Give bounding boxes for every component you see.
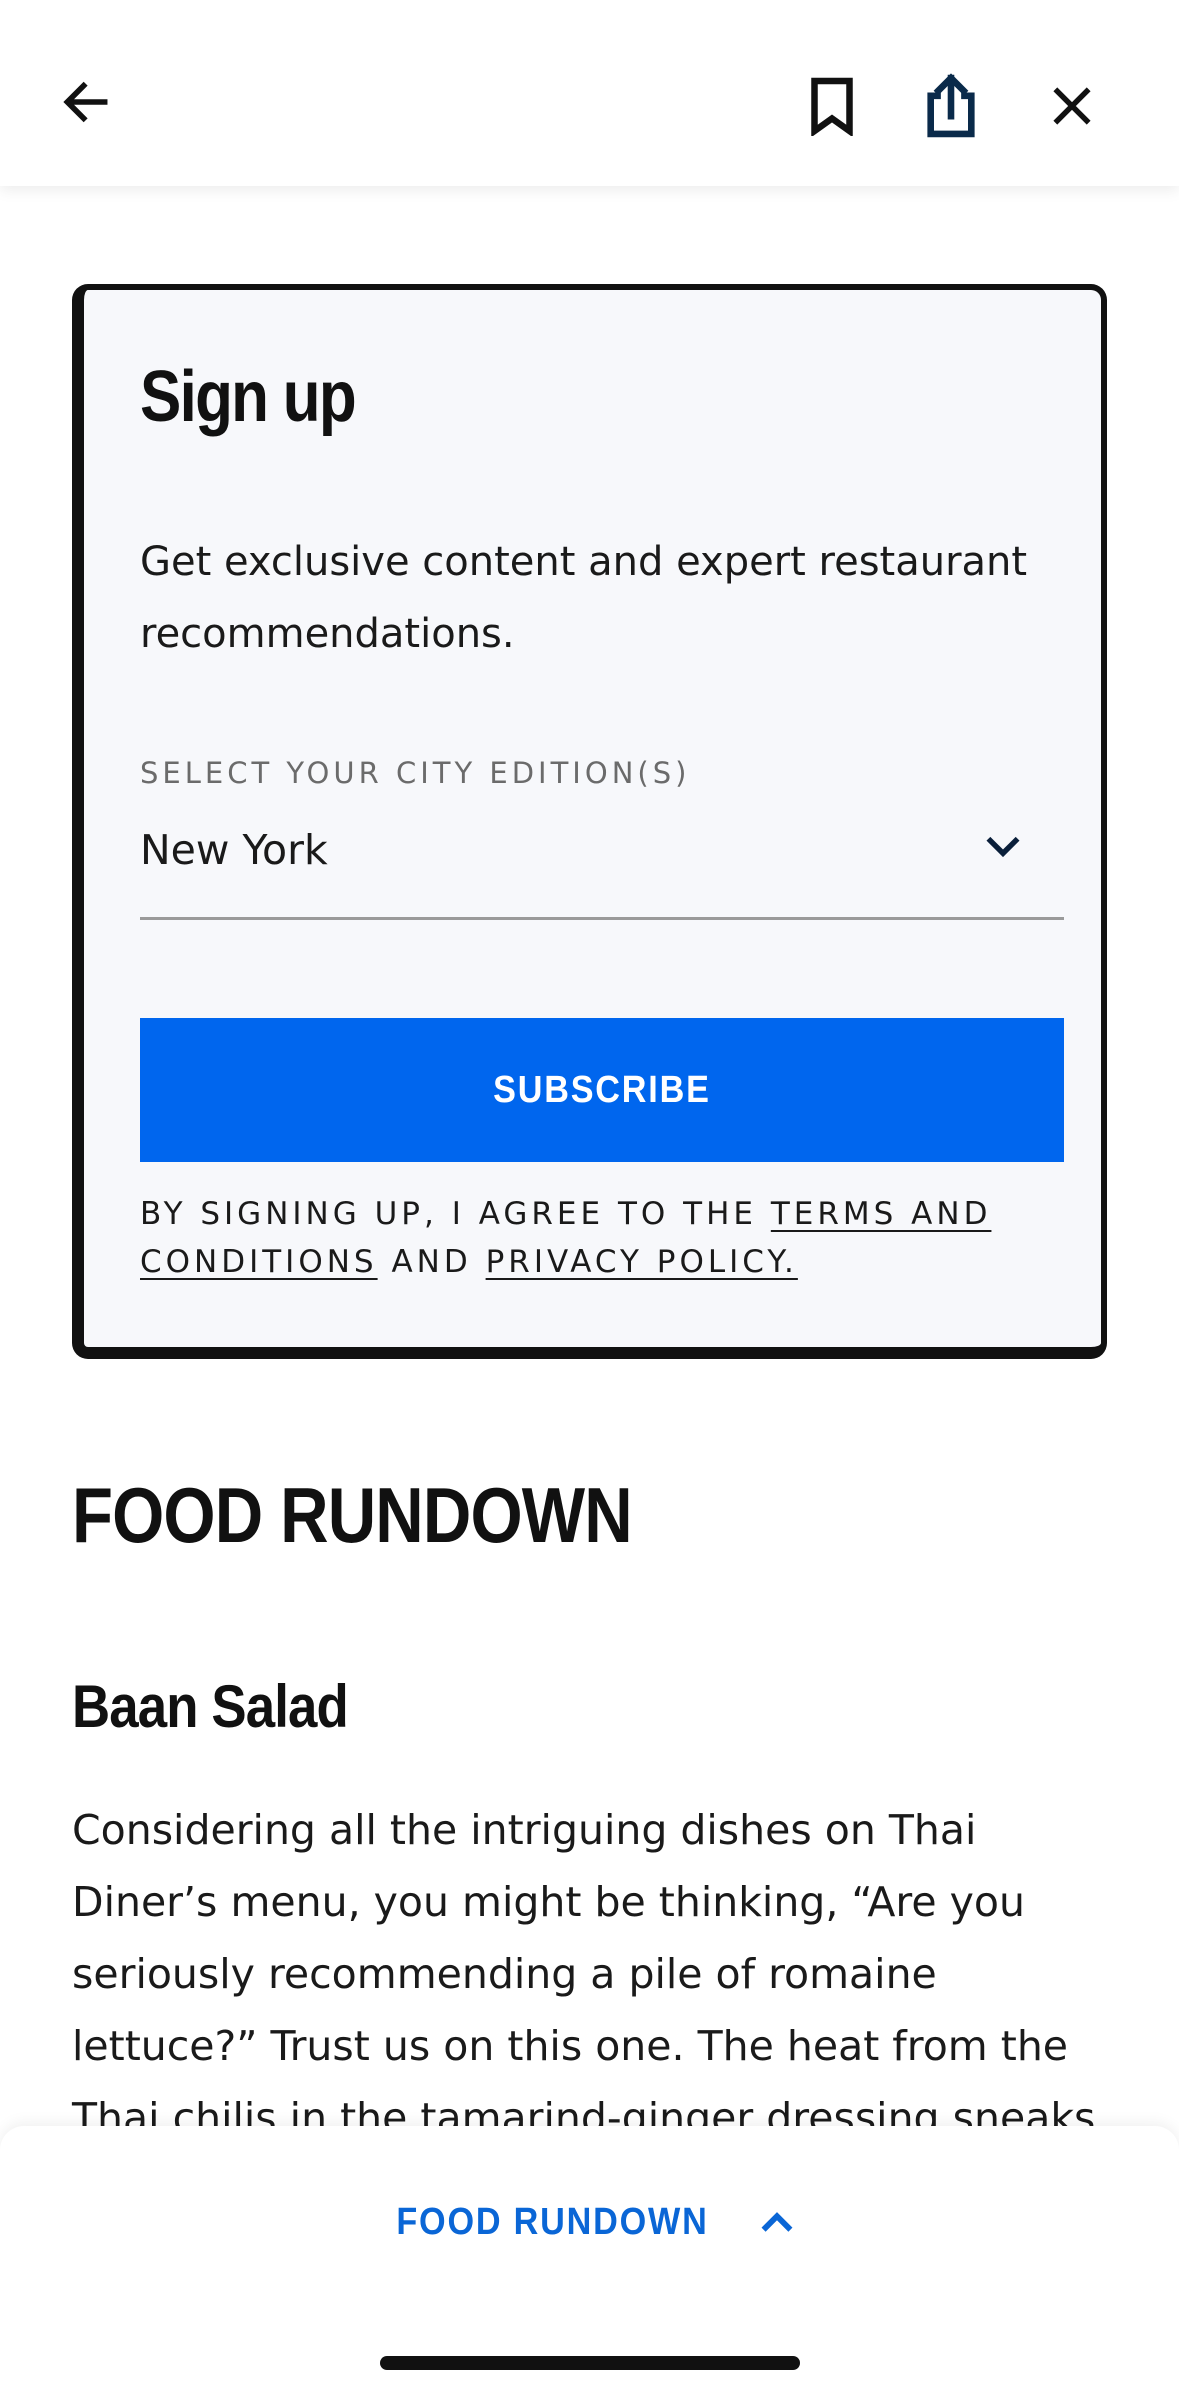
bookmark-icon bbox=[811, 77, 853, 136]
city-edition-label: SELECT YOUR CITY EDITION(S) bbox=[140, 756, 691, 790]
close-icon bbox=[1053, 87, 1091, 125]
top-navigation-bar bbox=[0, 0, 1179, 186]
signup-description: Get exclusive content and expert restaur… bbox=[140, 539, 1028, 657]
chevron-down-icon bbox=[986, 836, 1020, 858]
bottom-jump-bar: FOOD RUNDOWN bbox=[0, 2126, 1179, 2396]
subscribe-label: SUBSCRIBE bbox=[493, 1068, 711, 1111]
share-button[interactable] bbox=[911, 66, 991, 146]
share-icon bbox=[927, 73, 975, 138]
section-heading: FOOD RUNDOWN bbox=[72, 1471, 633, 1559]
city-edition-value: New York bbox=[140, 826, 328, 874]
article-page: Sign up Get exclusive content and expert… bbox=[0, 0, 1179, 2396]
subscribe-button[interactable]: SUBSCRIBE bbox=[140, 1018, 1064, 1162]
close-button[interactable] bbox=[1032, 66, 1112, 146]
signup-title: Sign up bbox=[140, 357, 357, 437]
chevron-up-icon bbox=[761, 2212, 793, 2232]
item-heading: Baan Salad bbox=[72, 1673, 349, 1740]
privacy-policy-link[interactable]: PRIVACY POLICY. bbox=[486, 1244, 798, 1280]
jump-label: FOOD RUNDOWN bbox=[396, 2200, 709, 2243]
back-button[interactable] bbox=[46, 62, 126, 142]
legal-middle: AND bbox=[377, 1244, 486, 1280]
bookmark-button[interactable] bbox=[792, 66, 872, 146]
section-jump-toggle[interactable]: FOOD RUNDOWN bbox=[0, 2182, 1179, 2262]
city-edition-select[interactable]: New York bbox=[140, 810, 1064, 920]
home-indicator[interactable] bbox=[380, 2356, 800, 2370]
legal-prefix: BY SIGNING UP, I AGREE TO THE bbox=[140, 1196, 771, 1232]
arrow-left-icon bbox=[63, 81, 108, 123]
newsletter-signup-card: Sign up Get exclusive content and expert… bbox=[72, 284, 1107, 1359]
signup-legal-text: BY SIGNING UP, I AGREE TO THE TERMS AND … bbox=[140, 1190, 1070, 1286]
